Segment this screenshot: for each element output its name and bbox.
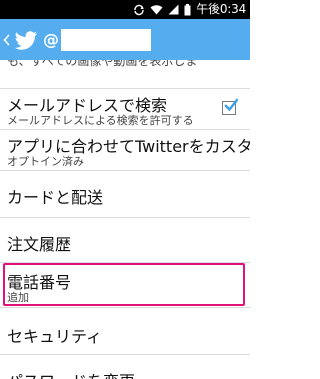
status-bar: 午後0:34 [0, 0, 250, 19]
checkmark-icon [224, 98, 238, 112]
back-chevron-icon[interactable] [3, 33, 11, 46]
partial-list-item: も、すべての画像や動画を表示しま [0, 60, 250, 88]
list-item-title: カードと配送 [7, 188, 104, 207]
email-search-checkbox[interactable] [222, 98, 238, 115]
action-bar: @ [0, 19, 250, 60]
sync-icon [133, 4, 145, 16]
list-item-phone-number[interactable]: 電話番号 追加 [0, 262, 250, 307]
status-time: 午後0:34 [196, 2, 246, 16]
list-item-email-search[interactable]: メールアドレスで検索 メールアドレスによる検索を許可する [0, 88, 250, 129]
list-item-security[interactable]: セキュリティ [0, 307, 250, 354]
list-item-subtitle: メールアドレスによる検索を許可する [7, 114, 194, 127]
twitter-bird-icon[interactable] [13, 29, 39, 51]
wifi-icon [150, 4, 163, 15]
partial-item-text: も、すべての画像や動画を表示しま [7, 60, 198, 68]
list-item-cards-shipping[interactable]: カードと配送 [0, 170, 250, 217]
list-item-title: 注文履歴 [7, 235, 72, 254]
list-item-change-password[interactable]: パスワードを変更 [0, 354, 250, 379]
signal-icon [168, 4, 179, 15]
list-item-order-history[interactable]: 注文履歴 [0, 217, 250, 262]
settings-list: も、すべての画像や動画を表示しま メールアドレスで検索 メールアドレスによる検索… [0, 60, 250, 379]
list-item-title: パスワードを変更 [7, 368, 135, 379]
battery-icon [184, 3, 191, 16]
list-item-subtitle: 追加 [7, 291, 29, 304]
account-prefix: @ [43, 30, 59, 49]
list-item-title: セキュリティ [7, 327, 103, 346]
account-name: @ [43, 28, 151, 51]
list-item-subtitle: オプトイン済み [7, 155, 84, 168]
list-item-app-customize[interactable]: アプリに合わせてTwitterをカスタ.. オプトイン済み [0, 129, 250, 170]
redacted-username [61, 28, 151, 51]
